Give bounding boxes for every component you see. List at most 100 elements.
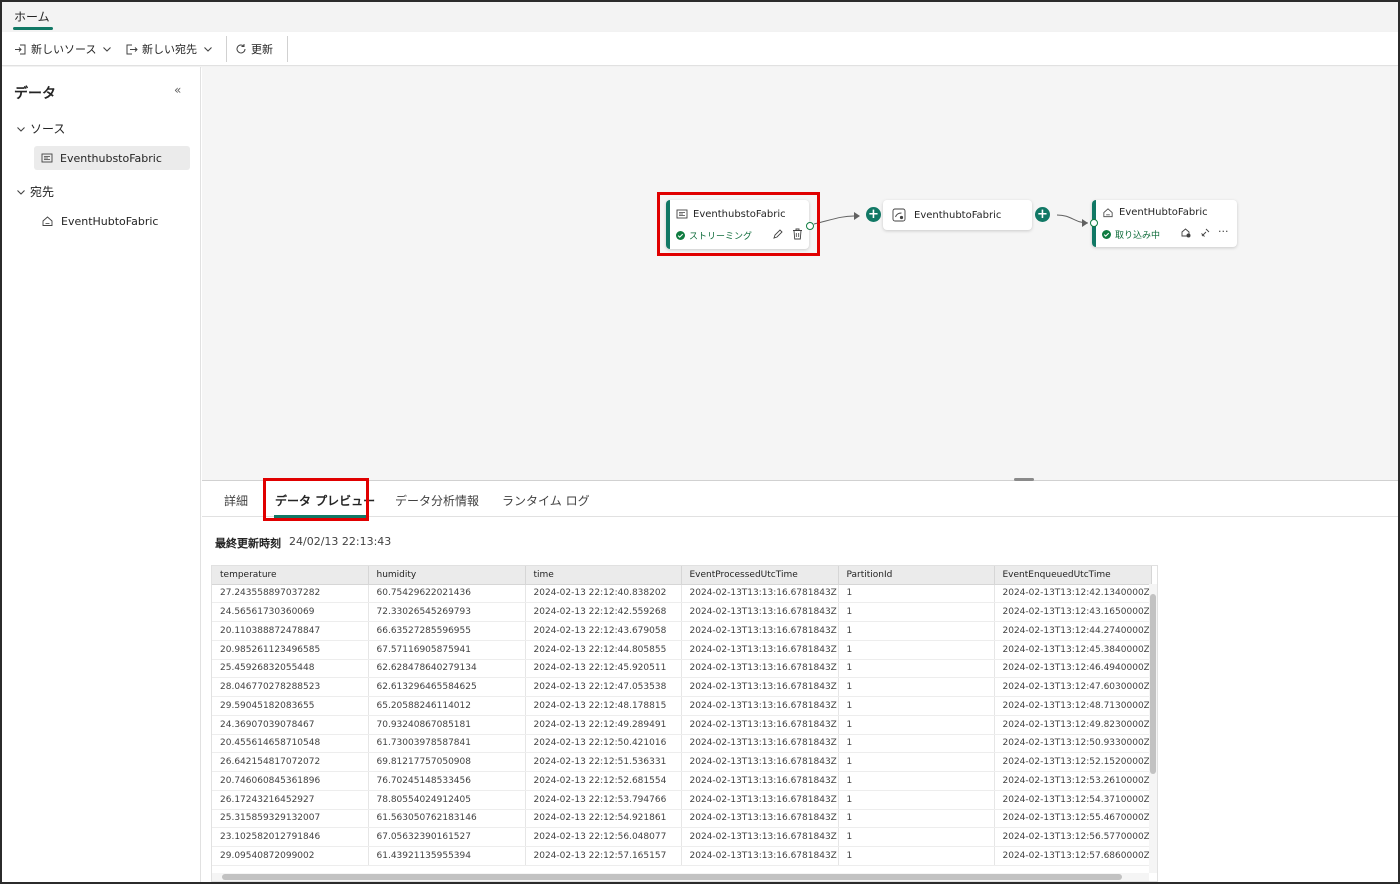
open-item-icon[interactable] — [1180, 227, 1192, 239]
new-source-button[interactable]: 新しいソース — [14, 40, 116, 58]
table-row: 26.642154817072072 69.81217757050908 2024-… — [212, 752, 1152, 772]
refresh-button[interactable]: 更新 — [235, 40, 273, 58]
table-cell: 2024-02-13T13:13:16.6781843Z — [681, 696, 839, 716]
flow-canvas[interactable]: EventhubstoFabric ストリーミング + + Eventhubto… — [202, 67, 1398, 480]
destination-input-port[interactable] — [1090, 219, 1098, 227]
table-cell: 2024-02-13T13:12:52.1520000Z — [994, 752, 1152, 772]
vertical-scroll-thumb[interactable] — [1150, 594, 1156, 774]
chevron-down-icon — [17, 189, 25, 195]
horizontal-scrollbar[interactable] — [212, 873, 1149, 881]
table-cell: 26.17243216452927 — [212, 790, 369, 810]
sidebar-item-source[interactable]: EventhubstoFabric — [34, 146, 190, 170]
eventhub-icon — [41, 153, 53, 163]
tab-home[interactable]: ホーム — [14, 8, 50, 25]
table-cell: 78.80554024912405 — [368, 790, 526, 810]
column-header[interactable]: time — [525, 566, 682, 585]
refresh-label: 更新 — [251, 43, 273, 56]
collapse-pane-icon[interactable]: « — [174, 83, 181, 97]
table-row: 20.985261123496585 67.57116905875941 2024-… — [212, 640, 1152, 660]
horizontal-scroll-thumb[interactable] — [222, 874, 1122, 880]
group-destinations[interactable]: 宛先 — [16, 183, 54, 200]
tab-home-underline — [13, 27, 53, 30]
column-header[interactable]: EventEnqueuedUtcTime — [994, 566, 1152, 585]
toolbar-divider — [226, 36, 227, 62]
sidebar-item-destination-label: EventHubtoFabric — [61, 214, 159, 228]
table-cell: 65.20588246114012 — [368, 696, 526, 716]
table-cell: 2024-02-13T13:12:57.6860000Z — [994, 846, 1152, 866]
new-destination-label: 新しい宛先 — [142, 43, 197, 56]
sidebar-item-destination[interactable]: EventHubtoFabric — [34, 209, 190, 233]
data-preview-grid[interactable]: temperature humidity time EventProcessedUtc… — [211, 565, 1158, 882]
table-cell: 2024-02-13T13:12:54.3710000Z — [994, 790, 1152, 810]
column-header[interactable]: humidity — [368, 566, 526, 585]
new-destination-button[interactable]: 新しい宛先 — [125, 40, 217, 58]
tab-details[interactable]: 詳細 — [224, 492, 248, 509]
table-cell: 2024-02-13T13:12:48.7130000Z — [994, 696, 1152, 716]
bottom-tab-bar: 詳細 データ プレビュー データ分析情報 ランタイム ログ — [202, 481, 1398, 517]
table-cell: 1 — [838, 621, 995, 641]
chevron-down-icon — [204, 47, 212, 52]
table-cell: 2024-02-13T13:13:16.6781843Z — [681, 790, 839, 810]
stream-node[interactable]: EventhubtoFabric — [883, 200, 1032, 230]
table-cell: 1 — [838, 696, 995, 716]
table-cell: 20.985261123496585 — [212, 640, 369, 660]
column-header[interactable]: EventProcessedUtcTime — [681, 566, 839, 585]
table-cell: 2024-02-13T13:13:16.6781843Z — [681, 640, 839, 660]
sign-out-icon — [126, 44, 138, 54]
table-cell: 60.75429622021436 — [368, 584, 526, 604]
chevron-down-icon — [17, 126, 25, 132]
data-table: temperature humidity time EventProcessedUtc… — [212, 566, 1152, 866]
add-destination-button[interactable]: + — [1035, 207, 1050, 222]
table-cell: 1 — [838, 846, 995, 866]
table-cell: 1 — [838, 640, 995, 660]
table-cell: 2024-02-13T13:13:16.6781843Z — [681, 771, 839, 791]
data-pane-title: データ — [14, 86, 56, 102]
table-cell: 2024-02-13 22:12:47.053538 — [525, 677, 682, 697]
more-options-icon[interactable]: ··· — [1218, 225, 1229, 238]
app-window: ホーム 新しいソース 新しい宛先 更新 データ « ソース Eventhubst… — [0, 0, 1400, 884]
destination-node-status: 取り込み中 — [1102, 228, 1160, 241]
group-sources[interactable]: ソース — [16, 120, 65, 137]
tab-runtime-logs[interactable]: ランタイム ログ — [502, 492, 590, 509]
last-updated-value: 24/02/13 22:13:43 — [289, 535, 392, 548]
table-row: 25.315859329132007 61.563050762183146 2024… — [212, 809, 1152, 829]
table-cell: 2024-02-13 22:12:43.679058 — [525, 621, 682, 641]
table-cell: 1 — [838, 584, 995, 604]
settings-icon[interactable] — [1200, 227, 1211, 238]
table-cell: 2024-02-13T13:12:44.2740000Z — [994, 621, 1152, 641]
sidebar-item-source-label: EventhubstoFabric — [60, 151, 162, 165]
table-cell: 2024-02-13T13:12:49.8230000Z — [994, 715, 1152, 735]
table-header-row: temperature humidity time EventProcessedUtc… — [212, 566, 1152, 585]
table-cell: 67.57116905875941 — [368, 640, 526, 660]
table-cell: 2024-02-13T13:12:55.4670000Z — [994, 809, 1152, 829]
table-cell: 62.628478640279134 — [368, 659, 526, 679]
table-cell: 1 — [838, 602, 995, 622]
kql-database-icon — [42, 215, 53, 226]
table-cell: 2024-02-13T13:13:16.6781843Z — [681, 752, 839, 772]
table-cell: 72.33026545269793 — [368, 602, 526, 622]
destination-node[interactable]: EventHubtoFabric 取り込み中 ··· — [1092, 200, 1237, 247]
column-header[interactable]: PartitionId — [838, 566, 995, 585]
table-cell: 2024-02-13T13:13:16.6781843Z — [681, 827, 839, 847]
column-header[interactable]: temperature — [212, 566, 369, 585]
table-cell: 1 — [838, 771, 995, 791]
table-cell: 2024-02-13 22:12:48.178815 — [525, 696, 682, 716]
table-cell: 1 — [838, 752, 995, 772]
table-cell: 2024-02-13 22:12:42.559268 — [525, 602, 682, 622]
check-circle-icon — [1102, 230, 1111, 239]
table-cell: 1 — [838, 659, 995, 679]
vertical-scrollbar[interactable] — [1149, 584, 1157, 873]
table-cell: 61.73003978587841 — [368, 734, 526, 754]
last-updated-label: 最終更新時刻 — [215, 537, 281, 550]
destination-node-title: EventHubtoFabric — [1119, 207, 1208, 218]
data-pane: データ « ソース EventhubstoFabric 宛先 EventHubt… — [2, 67, 201, 882]
refresh-icon — [236, 44, 246, 54]
table-cell: 2024-02-13T13:12:56.5770000Z — [994, 827, 1152, 847]
table-row: 20.110388872478847 66.63527285596955 2024-… — [212, 621, 1152, 641]
table-cell: 62.613296465584625 — [368, 677, 526, 697]
flow-connectors — [813, 212, 1089, 227]
group-destinations-label: 宛先 — [30, 185, 55, 199]
tab-data-insights[interactable]: データ分析情報 — [395, 492, 479, 509]
add-operation-button[interactable]: + — [866, 207, 881, 222]
table-cell: 2024-02-13 22:12:54.921861 — [525, 809, 682, 829]
